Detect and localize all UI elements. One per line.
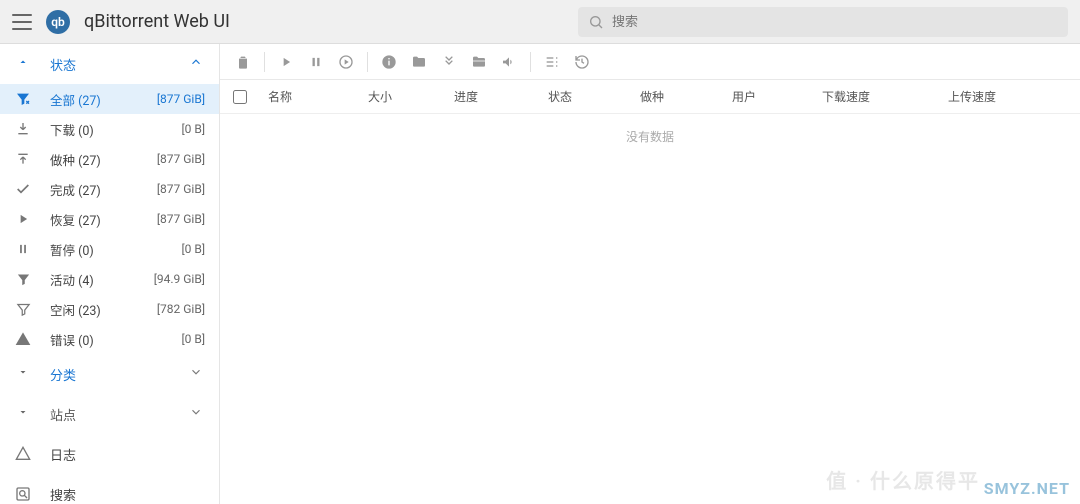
sidebar-filter-pause[interactable]: 暂停 (0) [0 B] (0, 234, 219, 264)
sidebar-filter-size: [94.9 GiB] (154, 272, 205, 286)
column-progress[interactable]: 进度 (446, 88, 540, 105)
column-seeds[interactable]: 做种 (632, 88, 724, 105)
sidebar-filter-size: [877 GiB] (157, 152, 205, 166)
sidebar: 状态 全部 (27) [877 GiB] 下载 (0) [0 B] 做种 (27) [87… (0, 44, 220, 504)
sidebar-nav-log[interactable]: 日志 (0, 434, 219, 474)
folder-button[interactable] (406, 49, 432, 75)
info-button[interactable] (376, 49, 402, 75)
log-icon (14, 445, 32, 463)
sidebar-filter-label: 错误 (0) (50, 330, 163, 349)
topbar: qb qBittorrent Web UI (0, 0, 1080, 44)
sidebar-filter-label: 暂停 (0) (50, 240, 163, 259)
sidebar-filter-label: 全部 (27) (50, 90, 139, 109)
alert-icon (14, 330, 32, 348)
sidebar-filter-size: [877 GiB] (157, 92, 205, 106)
watermark-brand: SMYZ.NET (984, 479, 1070, 498)
chevron-down-icon (189, 405, 205, 423)
sidebar-filter-check[interactable]: 完成 (27) [877 GiB] (0, 174, 219, 204)
sidebar-filter-label: 完成 (27) (50, 180, 139, 199)
sidebar-filter-size: [877 GiB] (157, 212, 205, 226)
sidebar-filter-label: 下载 (0) (50, 120, 163, 139)
history-button[interactable] (569, 49, 595, 75)
column-size[interactable]: 大小 (360, 88, 446, 105)
sidebar-filter-size: [0 B] (181, 332, 205, 346)
sidebar-nav-search[interactable]: 搜索 (0, 474, 219, 504)
sidebar-filter-label: 恢复 (27) (50, 210, 139, 229)
sidebar-section-label: 状态 (50, 55, 171, 74)
recheck-button[interactable] (436, 49, 462, 75)
column-status[interactable]: 状态 (540, 88, 632, 105)
watermark-text: 值 · 什么原得平 (826, 465, 980, 494)
table-header: 名称 大小 进度 状态 做种 用户 下载速度 上传速度 (220, 80, 1080, 114)
search-icon (14, 485, 32, 503)
app-logo: qb (46, 10, 70, 34)
app-title: qBittorrent Web UI (84, 11, 230, 32)
sidebar-filter-alert[interactable]: 错误 (0) [0 B] (0, 324, 219, 354)
column-peers[interactable]: 用户 (724, 88, 814, 105)
filter-icon (14, 90, 32, 108)
sidebar-filter-size: [0 B] (181, 122, 205, 136)
content: 名称 大小 进度 状态 做种 用户 下载速度 上传速度 没有数据 (220, 44, 1080, 504)
select-all-checkbox[interactable] (220, 90, 260, 104)
sidebar-filter-funnel[interactable]: 活动 (4) [94.9 GiB] (0, 264, 219, 294)
column-dlspeed[interactable]: 下载速度 (814, 88, 940, 105)
play-icon (14, 210, 32, 228)
sidebar-filter-funnel-o[interactable]: 空闲 (23) [782 GiB] (0, 294, 219, 324)
caret-up-icon (14, 56, 32, 72)
search-input[interactable] (612, 14, 1058, 29)
delete-button[interactable] (230, 49, 256, 75)
sidebar-section-category[interactable]: 分类 (0, 354, 219, 394)
sidebar-section-label: 站点 (50, 405, 171, 424)
upload-icon (14, 150, 32, 168)
start-button[interactable] (273, 49, 299, 75)
check-icon (14, 180, 32, 198)
caret-down-icon (14, 406, 32, 422)
column-ulspeed[interactable]: 上传速度 (940, 88, 1060, 105)
funnel-icon (14, 270, 32, 288)
search-icon (588, 14, 604, 30)
sidebar-filter-label: 空闲 (23) (50, 300, 139, 319)
sidebar-section-label: 分类 (50, 365, 171, 384)
sidebar-filter-play[interactable]: 恢复 (27) [877 GiB] (0, 204, 219, 234)
search-box[interactable] (578, 7, 1068, 37)
sidebar-nav-label: 搜索 (50, 485, 76, 504)
columns-button[interactable] (539, 49, 565, 75)
empty-state: 没有数据 (220, 114, 1080, 145)
column-name[interactable]: 名称 (260, 88, 360, 105)
pause-button[interactable] (303, 49, 329, 75)
sidebar-filter-size: [877 GiB] (157, 182, 205, 196)
sidebar-filter-upload[interactable]: 做种 (27) [877 GiB] (0, 144, 219, 174)
sidebar-filter-size: [782 GiB] (157, 302, 205, 316)
force-start-button[interactable] (333, 49, 359, 75)
sidebar-filter-label: 活动 (4) (50, 270, 136, 289)
pause-icon (14, 240, 32, 258)
sidebar-section-status[interactable]: 状态 (0, 44, 219, 84)
category-button[interactable] (466, 49, 492, 75)
sidebar-nav-label: 日志 (50, 445, 76, 464)
toolbar (220, 44, 1080, 80)
funnel-o-icon (14, 300, 32, 318)
menu-icon[interactable] (12, 14, 32, 30)
caret-down-icon (14, 366, 32, 382)
sidebar-section-site[interactable]: 站点 (0, 394, 219, 434)
sidebar-filter-download[interactable]: 下载 (0) [0 B] (0, 114, 219, 144)
download-icon (14, 120, 32, 138)
sidebar-filter-label: 做种 (27) (50, 150, 139, 169)
sidebar-filter-filter[interactable]: 全部 (27) [877 GiB] (0, 84, 219, 114)
chevron-down-icon (189, 365, 205, 383)
sidebar-filter-size: [0 B] (181, 242, 205, 256)
announce-button[interactable] (496, 49, 522, 75)
chevron-up-icon (189, 55, 205, 73)
